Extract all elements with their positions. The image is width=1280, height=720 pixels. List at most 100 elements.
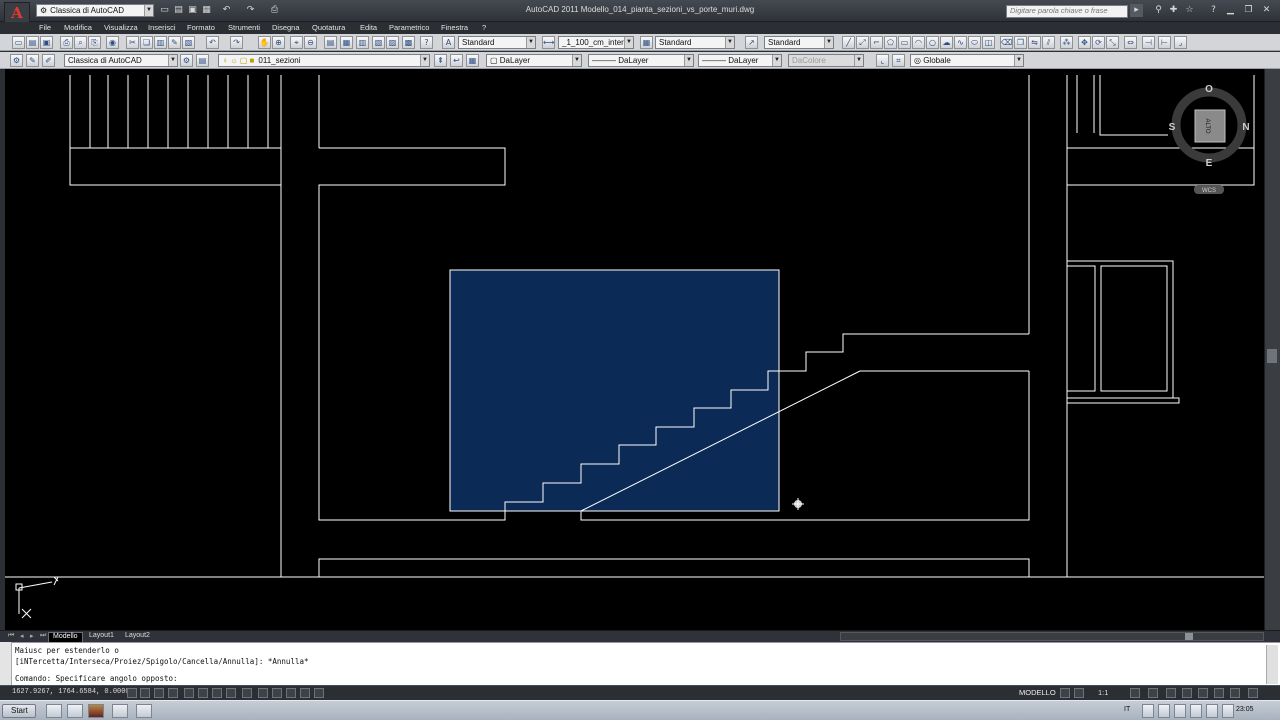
copy-icon[interactable]: ❏: [140, 36, 153, 49]
dim-style-icon[interactable]: ⟷: [542, 36, 555, 49]
command-scrollbar[interactable]: [1266, 645, 1278, 684]
model-space-toggle[interactable]: MODELLO: [1019, 688, 1056, 697]
save-icon[interactable]: ▣: [40, 36, 53, 49]
menu-disegna[interactable]: Disegna: [272, 23, 300, 32]
trim-icon[interactable]: ⊣: [1142, 36, 1155, 49]
grid-display-icon[interactable]: [154, 688, 164, 698]
chevron-down-icon[interactable]: ▼: [772, 55, 781, 66]
close-icon[interactable]: ✕: [1260, 4, 1273, 17]
tab-layout1[interactable]: Layout1: [85, 632, 118, 642]
viewcube-east-label[interactable]: E: [1206, 158, 1213, 169]
save-as-icon[interactable]: ▦: [200, 4, 213, 17]
rectangle-icon[interactable]: ▭: [898, 36, 911, 49]
chevron-down-icon[interactable]: ▼: [824, 37, 833, 48]
ucs-select[interactable]: ◎ Globale ▼: [910, 54, 1024, 67]
array-icon[interactable]: ⁂: [1060, 36, 1073, 49]
quick-view-layouts-icon[interactable]: [1060, 688, 1070, 698]
snap-mode-icon[interactable]: [140, 688, 150, 698]
plot-icon[interactable]: ⎙: [60, 36, 73, 49]
open-folder-icon[interactable]: ▤: [172, 4, 185, 17]
explorer-icon[interactable]: [46, 704, 62, 718]
move-icon[interactable]: ✥: [1078, 36, 1091, 49]
clean-screen-icon[interactable]: [1248, 688, 1258, 698]
rotate-icon[interactable]: ⟳: [1092, 36, 1105, 49]
layer-previous-icon[interactable]: ↩: [450, 54, 463, 67]
polygon-icon[interactable]: ⬠: [884, 36, 897, 49]
workspaces-select[interactable]: Classica di AutoCAD ▼: [64, 54, 178, 67]
chevron-down-icon[interactable]: ▼: [572, 55, 581, 66]
chevron-down-icon[interactable]: ▼: [168, 55, 177, 66]
3d-object-snap-icon[interactable]: [212, 688, 222, 698]
layer-states-icon[interactable]: ▦: [466, 54, 479, 67]
lineweight-display-icon[interactable]: [272, 688, 282, 698]
menu-quotatura[interactable]: Quotatura: [312, 23, 345, 32]
object-snap-tracking-icon[interactable]: [226, 688, 236, 698]
tab-layout2[interactable]: Layout2: [121, 632, 154, 642]
multileader-style-icon[interactable]: ↗: [745, 36, 758, 49]
pan-icon[interactable]: ✋: [258, 36, 271, 49]
favorites-star-icon[interactable]: ☆: [1183, 4, 1196, 17]
chevron-down-icon[interactable]: ▼: [725, 37, 734, 48]
auto-scale-icon[interactable]: [1148, 688, 1158, 698]
lock-toolbar-icon[interactable]: [1182, 688, 1192, 698]
model-space-canvas[interactable]: ALTO O N S E WCS: [5, 69, 1264, 632]
menu-edita[interactable]: Edita: [360, 23, 377, 32]
help-search-input[interactable]: Digitare parola chiave o frase: [1006, 5, 1128, 18]
workspace-select[interactable]: ⚙ Classica di AutoCAD ▼: [36, 4, 154, 17]
menu-parametrico[interactable]: Parametrico: [389, 23, 429, 32]
color-select[interactable]: ▢ DaLayer ▼: [486, 54, 582, 67]
horizontal-scrollbar[interactable]: [840, 632, 1264, 641]
linetype-select[interactable]: ——— DaLayer ▼: [588, 54, 694, 67]
text-style-select[interactable]: Standard ▼: [458, 36, 536, 49]
battery-icon[interactable]: [1222, 704, 1234, 718]
markup-icon[interactable]: ▨: [386, 36, 399, 49]
copy-object-icon[interactable]: ❐: [1014, 36, 1027, 49]
status-bar-menu-icon[interactable]: [1230, 688, 1240, 698]
tray-icon[interactable]: [1158, 704, 1170, 718]
stretch-icon[interactable]: ⇔: [1124, 36, 1137, 49]
hardware-acceleration-icon[interactable]: [1198, 688, 1208, 698]
workspace-switching-icon[interactable]: [1166, 688, 1176, 698]
transparency-icon[interactable]: [286, 688, 296, 698]
publish-icon[interactable]: ⎘: [88, 36, 101, 49]
qnew-icon[interactable]: ▭: [12, 36, 25, 49]
design-center-icon[interactable]: ▦: [340, 36, 353, 49]
cursor-coordinates[interactable]: 1627.9267, 1764.6584, 0.0000: [12, 688, 130, 696]
chevron-down-icon[interactable]: ▼: [420, 55, 429, 66]
chevron-down-icon[interactable]: ▼: [144, 5, 153, 16]
tray-icon[interactable]: [1142, 704, 1154, 718]
extend-icon[interactable]: ⊢: [1158, 36, 1171, 49]
open-icon[interactable]: ▤: [26, 36, 39, 49]
chevron-down-icon[interactable]: ▼: [526, 37, 535, 48]
chrome-icon[interactable]: [67, 704, 83, 718]
command-line-grip[interactable]: [0, 642, 12, 685]
viewcube-south-label[interactable]: S: [1169, 122, 1176, 133]
text-style-icon[interactable]: A: [442, 36, 455, 49]
offset-icon[interactable]: ⫽: [1042, 36, 1055, 49]
multileader-style-select[interactable]: Standard ▼: [764, 36, 834, 49]
workspace-save-icon[interactable]: ✎: [26, 54, 39, 67]
scale-icon[interactable]: ⤡: [1106, 36, 1119, 49]
selection-cycling-icon[interactable]: [314, 688, 324, 698]
arc-icon[interactable]: ◠: [912, 36, 925, 49]
dim-style-select[interactable]: _1_100_cm_inter ▼: [558, 36, 634, 49]
workspace-edit-icon[interactable]: ✐: [42, 54, 55, 67]
redo-icon[interactable]: ↷: [244, 4, 257, 17]
binoculars-icon[interactable]: ⚲: [1152, 4, 1165, 17]
zoom-window-icon[interactable]: ⌖: [290, 36, 303, 49]
vertical-scroll-thumb[interactable]: [1267, 349, 1277, 363]
redo-icon[interactable]: ↷: [230, 36, 243, 49]
3d-dwf-icon[interactable]: ◉: [106, 36, 119, 49]
mirror-icon[interactable]: ⇋: [1028, 36, 1041, 49]
app-taskbar-icon[interactable]: [136, 704, 152, 718]
command-prompt[interactable]: Comando: Specificare angolo opposto:: [15, 674, 178, 683]
polar-tracking-icon[interactable]: [184, 688, 194, 698]
viewcube[interactable]: ALTO O N S E WCS: [1169, 84, 1250, 194]
language-indicator[interactable]: IT: [1124, 706, 1130, 713]
menu-strumenti[interactable]: Strumenti: [228, 23, 260, 32]
chevron-down-icon[interactable]: ▼: [684, 55, 693, 66]
viewcube-north-label[interactable]: N: [1242, 122, 1249, 133]
ucs-world-icon[interactable]: ⌗: [892, 54, 905, 67]
autocad-taskbar-icon[interactable]: [88, 704, 104, 718]
restore-icon[interactable]: ❐: [1242, 4, 1255, 17]
